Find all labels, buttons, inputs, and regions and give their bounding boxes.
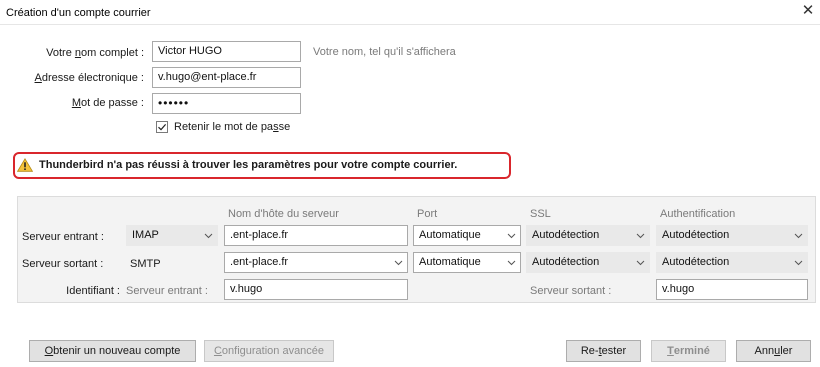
window-title: Création d'un compte courrier [6,7,151,19]
warning-message: Thunderbird n'a pas réussi à trouver les… [39,159,458,171]
port-header: Port [417,208,438,220]
ssl-header: SSL [530,208,551,220]
close-icon[interactable]: ✕ [799,2,817,20]
outgoing-protocol: SMTP [130,258,161,270]
chevron-down-icon [394,260,403,266]
email-label: Adresse électronique : [34,72,144,84]
name-label: Votre nom complet : [46,47,144,59]
warning-icon [16,158,34,172]
checkbox-check-icon[interactable] [156,121,168,133]
password-field[interactable]: •••••• [152,93,301,114]
incoming-hostname-field[interactable]: .ent-place.fr [224,225,408,246]
hostname-header: Nom d'hôte du serveur [228,208,339,220]
name-hint: Votre nom, tel qu'il s'affichera [313,46,456,58]
chevron-down-icon [636,260,645,266]
chevron-down-icon [794,260,803,266]
identity-outgoing-field[interactable]: v.hugo [656,279,808,300]
title-separator [0,24,820,25]
auth-header: Authentification [660,208,736,220]
identity-outgoing-label: Serveur sortant : [530,285,612,297]
chevron-down-icon [507,260,516,266]
password-label: Mot de passe : [71,97,144,109]
incoming-server-label: Serveur entrant : [22,231,104,243]
cancel-button[interactable]: Ann u ler [736,340,811,362]
outgoing-hostname-select[interactable]: .ent-place.fr [224,252,408,273]
advanced-config-button[interactable]: Configuration avancée [204,340,334,362]
new-account-button[interactable]: Obtenir un nouveau compte [29,340,196,362]
outgoing-ssl-select[interactable]: Autodétection [526,252,650,273]
identity-label: Identifiant : [66,285,120,297]
outgoing-server-label: Serveur sortant : [22,258,104,270]
incoming-auth-select[interactable]: Autodétection [656,225,808,246]
incoming-ssl-select[interactable]: Autodétection [526,225,650,246]
done-button[interactable]: Terminé [651,340,726,362]
remember-password-checkbox[interactable]: Retenir le mot de passe [156,121,290,133]
outgoing-port-select[interactable]: Automatique [413,252,521,273]
chevron-down-icon [204,233,213,239]
incoming-protocol-select[interactable]: IMAP [126,225,218,246]
chevron-down-icon [507,233,516,239]
outgoing-auth-select[interactable]: Autodétection [656,252,808,273]
incoming-port-select[interactable]: Automatique [413,225,521,246]
name-field[interactable]: Victor HUGO [152,41,301,62]
remember-password-label: Retenir le mot de passe [174,121,291,133]
identity-incoming-field[interactable]: v.hugo [224,279,408,300]
chevron-down-icon [636,233,645,239]
retest-button[interactable]: Re-t ester [566,340,641,362]
email-field[interactable]: v.hugo@ent-place.fr [152,67,301,88]
chevron-down-icon [794,233,803,239]
identity-incoming-label: Serveur entrant : [126,285,208,297]
